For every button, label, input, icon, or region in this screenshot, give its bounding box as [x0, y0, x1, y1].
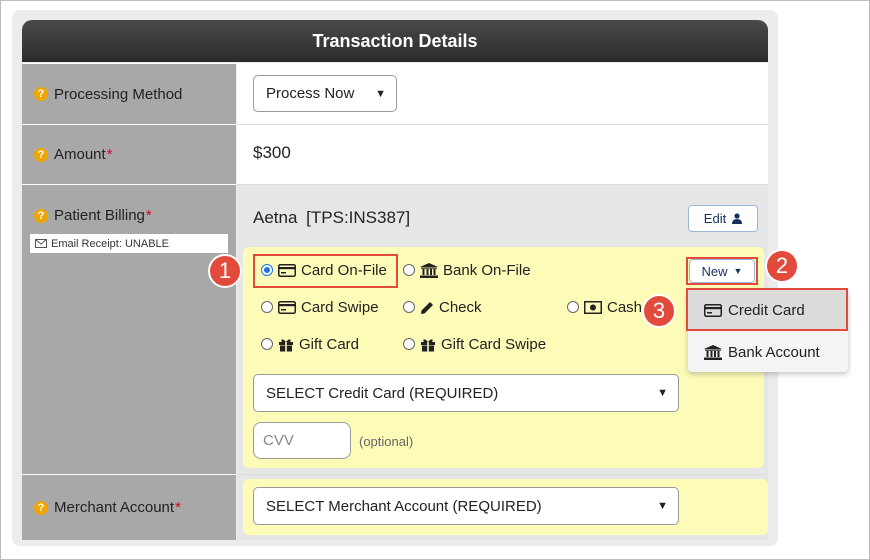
envelope-icon — [35, 239, 47, 248]
panel-header: Transaction Details — [22, 20, 768, 62]
gift-card-label: Gift Card — [299, 336, 360, 353]
amount-label-cell: ? Amount * — [22, 124, 236, 184]
pencil-icon — [421, 301, 433, 314]
processing-method-label-cell: ? Processing Method — [22, 63, 236, 124]
chevron-down-icon: ▼ — [375, 87, 386, 100]
help-icon[interactable]: ? — [34, 147, 48, 162]
chevron-down-icon: ▼ — [657, 500, 668, 512]
insurer-name: Aetna — [253, 208, 298, 227]
required-marker: * — [175, 499, 181, 516]
help-icon[interactable]: ? — [34, 500, 48, 515]
email-receipt-status: Email Receipt: UNABLE — [30, 234, 228, 253]
cvv-input[interactable]: CVV — [253, 422, 351, 459]
gift-card-radio[interactable] — [261, 338, 273, 350]
processing-method-label: Processing Method — [54, 85, 183, 103]
merchant-account-selected: SELECT Merchant Account (REQUIRED) — [266, 497, 542, 515]
card-swipe-label: Card Swipe — [301, 299, 379, 316]
highlight-card-on-file — [253, 254, 398, 288]
callout-badge-3: 3 — [642, 294, 676, 328]
chevron-down-icon: ▼ — [657, 387, 668, 399]
gift-card-swipe-radio[interactable] — [403, 338, 415, 350]
bank-on-file-label: Bank On-File — [443, 262, 531, 279]
help-icon[interactable]: ? — [34, 208, 48, 223]
user-icon — [732, 213, 743, 224]
email-receipt-text: Email Receipt: UNABLE — [51, 237, 169, 250]
highlight-credit-card-item — [686, 288, 848, 331]
money-icon — [584, 301, 602, 314]
patient-billing-label: Patient Billing — [54, 207, 145, 224]
amount-value-cell — [237, 124, 768, 184]
help-icon[interactable]: ? — [34, 87, 48, 101]
credit-card-select[interactable]: SELECT Credit Card (REQUIRED) ▼ — [253, 374, 679, 412]
menu-item-bank-account-label: Bank Account — [728, 343, 820, 361]
credit-card-icon — [278, 301, 296, 314]
amount-value: $300 — [253, 143, 291, 162]
edit-button-label: Edit — [703, 211, 727, 226]
merchant-account-label: Merchant Account — [54, 499, 175, 516]
bank-icon — [704, 344, 722, 360]
gift-icon — [279, 339, 293, 352]
merchant-account-label-cell: ? Merchant Account * — [22, 474, 236, 540]
card-swipe-radio[interactable] — [261, 301, 273, 313]
required-marker: * — [145, 207, 152, 224]
callout-badge-1: 1 — [208, 254, 242, 288]
cash-option[interactable]: Cash — [584, 299, 642, 316]
processing-method-select[interactable]: Process Now ▼ — [253, 75, 397, 112]
bank-icon — [420, 263, 438, 278]
amount-label: Amount — [54, 146, 106, 163]
credit-card-selected: SELECT Credit Card (REQUIRED) — [266, 384, 499, 402]
gift-card-option[interactable]: Gift Card — [278, 336, 359, 353]
cash-label: Cash — [607, 299, 643, 316]
cvv-placeholder: CVV — [263, 432, 294, 449]
insurer-code: [TPS:INS387] — [306, 208, 411, 227]
merchant-account-select[interactable]: SELECT Merchant Account (REQUIRED) ▼ — [253, 487, 679, 525]
check-label: Check — [439, 299, 482, 316]
required-marker: * — [106, 146, 113, 163]
gift-icon — [421, 339, 435, 352]
edit-button[interactable]: Edit — [688, 205, 758, 232]
processing-method-selected: Process Now — [266, 85, 355, 102]
insurer-line: Aetna [TPS:INS387] — [253, 208, 410, 228]
callout-badge-2: 2 — [765, 249, 799, 283]
gift-card-swipe-option[interactable]: Gift Card Swipe — [420, 336, 546, 353]
panel-title: Transaction Details — [312, 30, 478, 51]
gift-card-swipe-label: Gift Card Swipe — [441, 336, 547, 353]
card-swipe-option[interactable]: Card Swipe — [278, 299, 379, 316]
menu-item-bank-account[interactable]: Bank Account — [688, 334, 848, 370]
check-option[interactable]: Check — [420, 299, 482, 316]
bank-on-file-radio[interactable] — [403, 264, 415, 276]
cvv-hint: (optional) — [359, 434, 414, 449]
patient-billing-label-cell: ? Patient Billing * — [22, 184, 236, 474]
cash-radio[interactable] — [567, 301, 579, 313]
bank-on-file-option[interactable]: Bank On-File — [420, 262, 531, 279]
highlight-new-button — [686, 257, 758, 285]
check-radio[interactable] — [403, 301, 415, 313]
